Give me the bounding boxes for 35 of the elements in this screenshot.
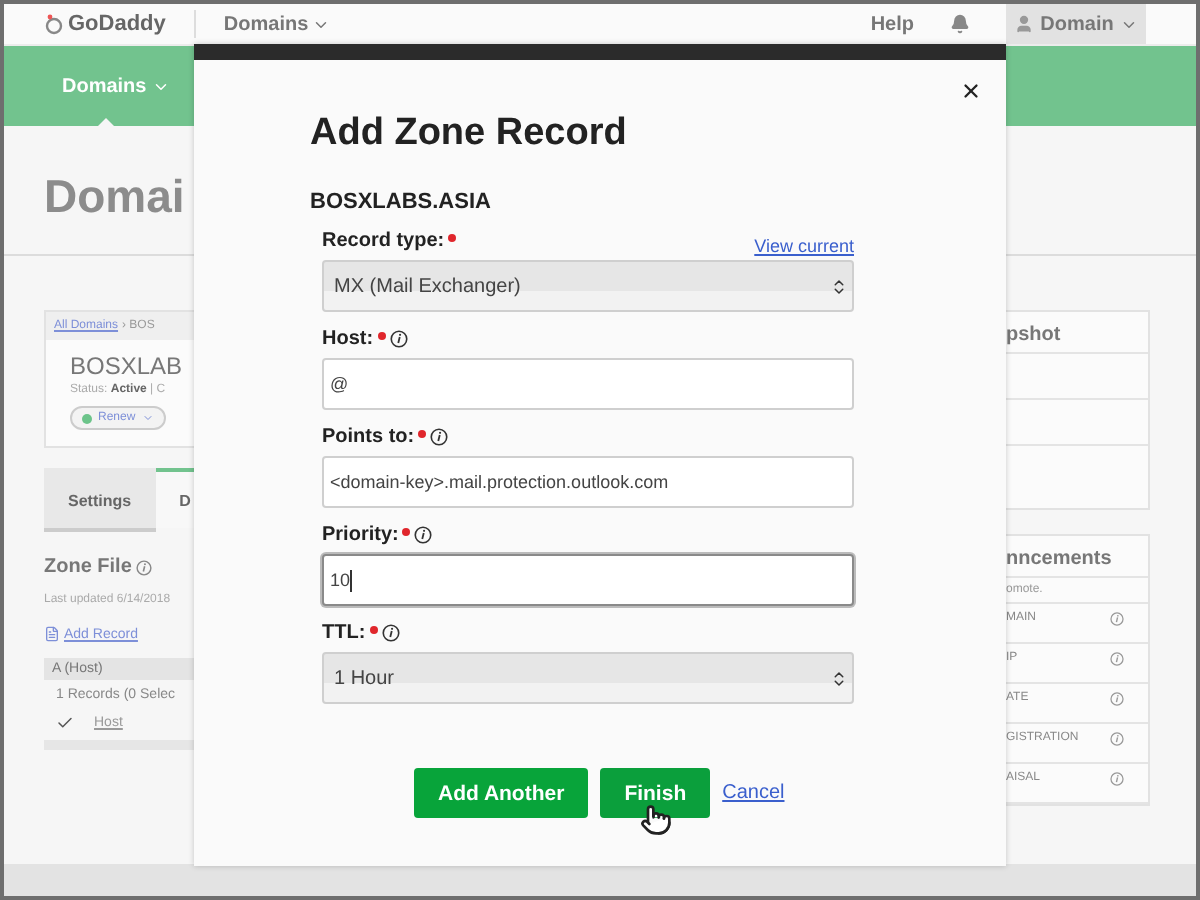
select-field[interactable]: MX (Mail Exchanger) (322, 260, 854, 312)
domain-name: BOSXLAB (68, 350, 185, 383)
field-label: Host: (322, 327, 374, 349)
field-label: Points to: (322, 425, 415, 447)
info-icon[interactable] (381, 623, 400, 641)
view-current-link[interactable]: View current (754, 236, 854, 256)
close-icon[interactable] (960, 80, 982, 102)
field-label: Priority: (322, 523, 399, 545)
input-field[interactable]: 10 (322, 554, 854, 606)
help-link[interactable]: Help (870, 13, 914, 35)
info-icon[interactable] (414, 525, 433, 543)
bell-icon[interactable] (950, 14, 970, 34)
tab[interactable]: Settings (44, 468, 156, 528)
input-field[interactable]: <domain-key>.mail.protection.outlook.com (322, 456, 854, 508)
field-label: Record type: (322, 229, 445, 251)
action-button[interactable]: Add Another (414, 768, 589, 818)
user-icon (1014, 14, 1035, 34)
up-down-arrows-icon (830, 277, 848, 295)
document-icon (44, 626, 60, 642)
input-field[interactable]: @ (322, 358, 854, 410)
product-menu[interactable]: Domains (223, 13, 331, 35)
account-menu[interactable]: Domain (1006, 4, 1146, 44)
cancel-link[interactable]: Cancel (722, 782, 785, 804)
up-down-arrows-icon (830, 669, 848, 687)
domain-name: BOSXLABS.ASIA (310, 190, 493, 214)
info-icon[interactable] (430, 427, 449, 445)
field-label: TTL: (322, 621, 366, 643)
check-icon[interactable] (56, 714, 74, 732)
hand-pointer-icon (640, 804, 673, 836)
selection-pointer (94, 117, 118, 129)
logo[interactable]: GoDaddy (44, 12, 166, 36)
chevron-down-icon (141, 412, 154, 424)
info-icon[interactable] (389, 329, 408, 347)
select-field[interactable]: 1 Hour (322, 652, 854, 704)
section-title: Zone File (44, 556, 132, 578)
